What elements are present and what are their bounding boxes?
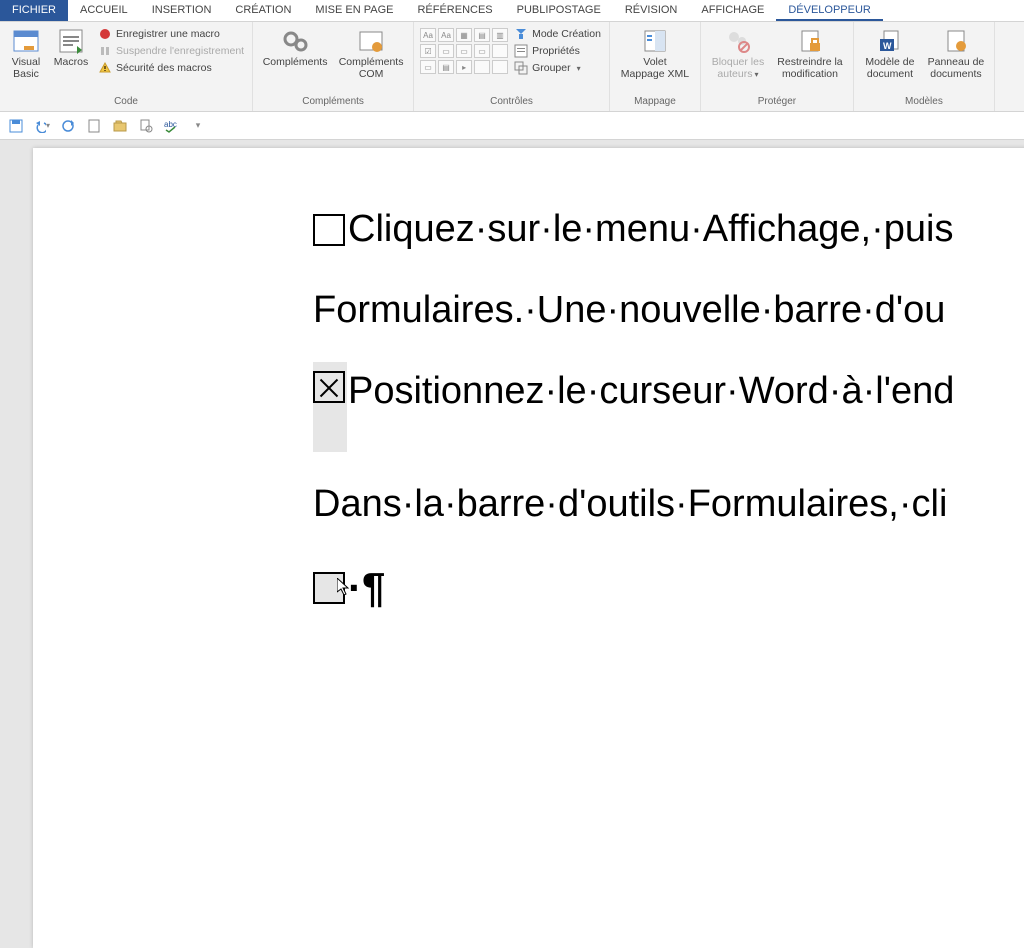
word-template-icon: W [874, 26, 906, 56]
block-authors-icon [722, 26, 754, 56]
paragraph-1-line-2: Formulaires.·Une·nouvelle·barre·d'ou [313, 289, 1024, 332]
pause-recording-button: Suspendre l'enregistrement [96, 43, 246, 59]
visual-basic-button[interactable]: Visual Basic [6, 24, 46, 80]
macro-security-button[interactable]: Sécurité des macros [96, 60, 246, 76]
group-label-protect: Protéger [758, 96, 796, 109]
open-button[interactable] [112, 118, 128, 134]
group-templates: W Modèle de document Panneau de document… [854, 22, 995, 111]
ribbon-tabs: FICHIER ACCUEIL INSERTION CRÉATION MISE … [0, 0, 1024, 22]
svg-text:W: W [883, 41, 892, 51]
record-macro-button[interactable]: Enregistrer une macro [96, 26, 246, 42]
quick-access-toolbar: ▾ abc ▾ [0, 112, 1024, 140]
tab-insert[interactable]: INSERTION [140, 0, 224, 21]
group-label-addins: Compléments [302, 96, 364, 109]
checkbox-control-2[interactable] [313, 371, 345, 403]
design-mode-icon [514, 27, 528, 41]
lock-document-icon [794, 26, 826, 56]
pause-icon [98, 44, 112, 58]
macros-icon [55, 26, 87, 56]
paragraph-1-line-1: Cliquez·sur·le·menu·Affichage,·puis [313, 208, 1024, 251]
document-template-button[interactable]: W Modèle de document [860, 24, 920, 80]
checkbox-control-1[interactable] [313, 214, 345, 246]
group-controls-button[interactable]: Grouper [512, 60, 603, 76]
save-button[interactable] [8, 118, 24, 134]
tab-view[interactable]: AFFICHAGE [689, 0, 776, 21]
group-controls: AaAa▦▤▥ ☑▭▭▭ ▭▤▸ Mode Création Propriété… [414, 22, 610, 111]
group-protect: Bloquer les auteurs Restreindre la modif… [701, 22, 854, 111]
com-gear-icon [355, 26, 387, 56]
macros-button[interactable]: Macros [50, 24, 92, 68]
tab-file[interactable]: FICHIER [0, 0, 68, 21]
addins-button[interactable]: Compléments [259, 24, 331, 68]
tab-design[interactable]: CRÉATION [223, 0, 303, 21]
group-icon [514, 61, 528, 75]
paragraph-3: ·¶ [313, 564, 1024, 612]
redo-button[interactable] [60, 118, 76, 134]
tab-developer[interactable]: DÉVELOPPEUR [776, 0, 883, 21]
shield-warning-icon [98, 61, 112, 75]
xml-mapping-pane-button[interactable]: Volet Mappage XML [616, 24, 694, 80]
group-label-templates: Modèles [905, 96, 943, 109]
design-mode-button[interactable]: Mode Création [512, 26, 603, 42]
ribbon: Visual Basic Macros Enregistrer une macr… [0, 22, 1024, 112]
group-label-code: Code [114, 96, 138, 109]
document-workspace: Cliquez·sur·le·menu·Affichage,·puis Form… [0, 140, 1024, 707]
visual-basic-icon [10, 26, 42, 56]
document-panel-button[interactable]: Panneau de documents [924, 24, 988, 80]
tab-references[interactable]: RÉFÉRENCES [405, 0, 504, 21]
block-authors-button: Bloquer les auteurs [707, 24, 769, 81]
properties-button[interactable]: Propriétés [512, 43, 603, 59]
undo-button[interactable]: ▾ [34, 118, 50, 134]
checkbox-control-3[interactable] [313, 572, 345, 604]
group-label-mapping: Mappage [634, 96, 676, 109]
record-icon [98, 27, 112, 41]
paragraph-2-line-2: Dans·la·barre·d'outils·Formulaires,·cli [313, 483, 1024, 526]
tab-layout[interactable]: MISE EN PAGE [303, 0, 405, 21]
controls-gallery[interactable]: AaAa▦▤▥ ☑▭▭▭ ▭▤▸ [420, 28, 508, 74]
paragraph-2-line-1: Positionnez·le·curseur·Word·à·l'end [313, 370, 1024, 413]
group-mapping: Volet Mappage XML Mappage [610, 22, 701, 111]
tab-mailings[interactable]: PUBLIPOSTAGE [505, 0, 613, 21]
document-panel-icon [940, 26, 972, 56]
restrict-editing-button[interactable]: Restreindre la modification [773, 24, 847, 80]
group-code: Visual Basic Macros Enregistrer une macr… [0, 22, 253, 111]
qat-customize[interactable]: ▾ [190, 118, 206, 134]
group-label-controls: Contrôles [490, 96, 533, 109]
xml-pane-icon [639, 26, 671, 56]
properties-icon [514, 44, 528, 58]
tab-review[interactable]: RÉVISION [613, 0, 690, 21]
com-addins-button[interactable]: Compléments COM [335, 24, 407, 80]
gear-icon [279, 26, 311, 56]
tab-home[interactable]: ACCUEIL [68, 0, 140, 21]
document-page[interactable]: Cliquez·sur·le·menu·Affichage,·puis Form… [33, 148, 1024, 948]
group-addins: Compléments Compléments COM Compléments [253, 22, 414, 111]
new-document-button[interactable] [86, 118, 102, 134]
spelling-button[interactable]: abc [164, 118, 180, 134]
print-preview-button[interactable] [138, 118, 154, 134]
